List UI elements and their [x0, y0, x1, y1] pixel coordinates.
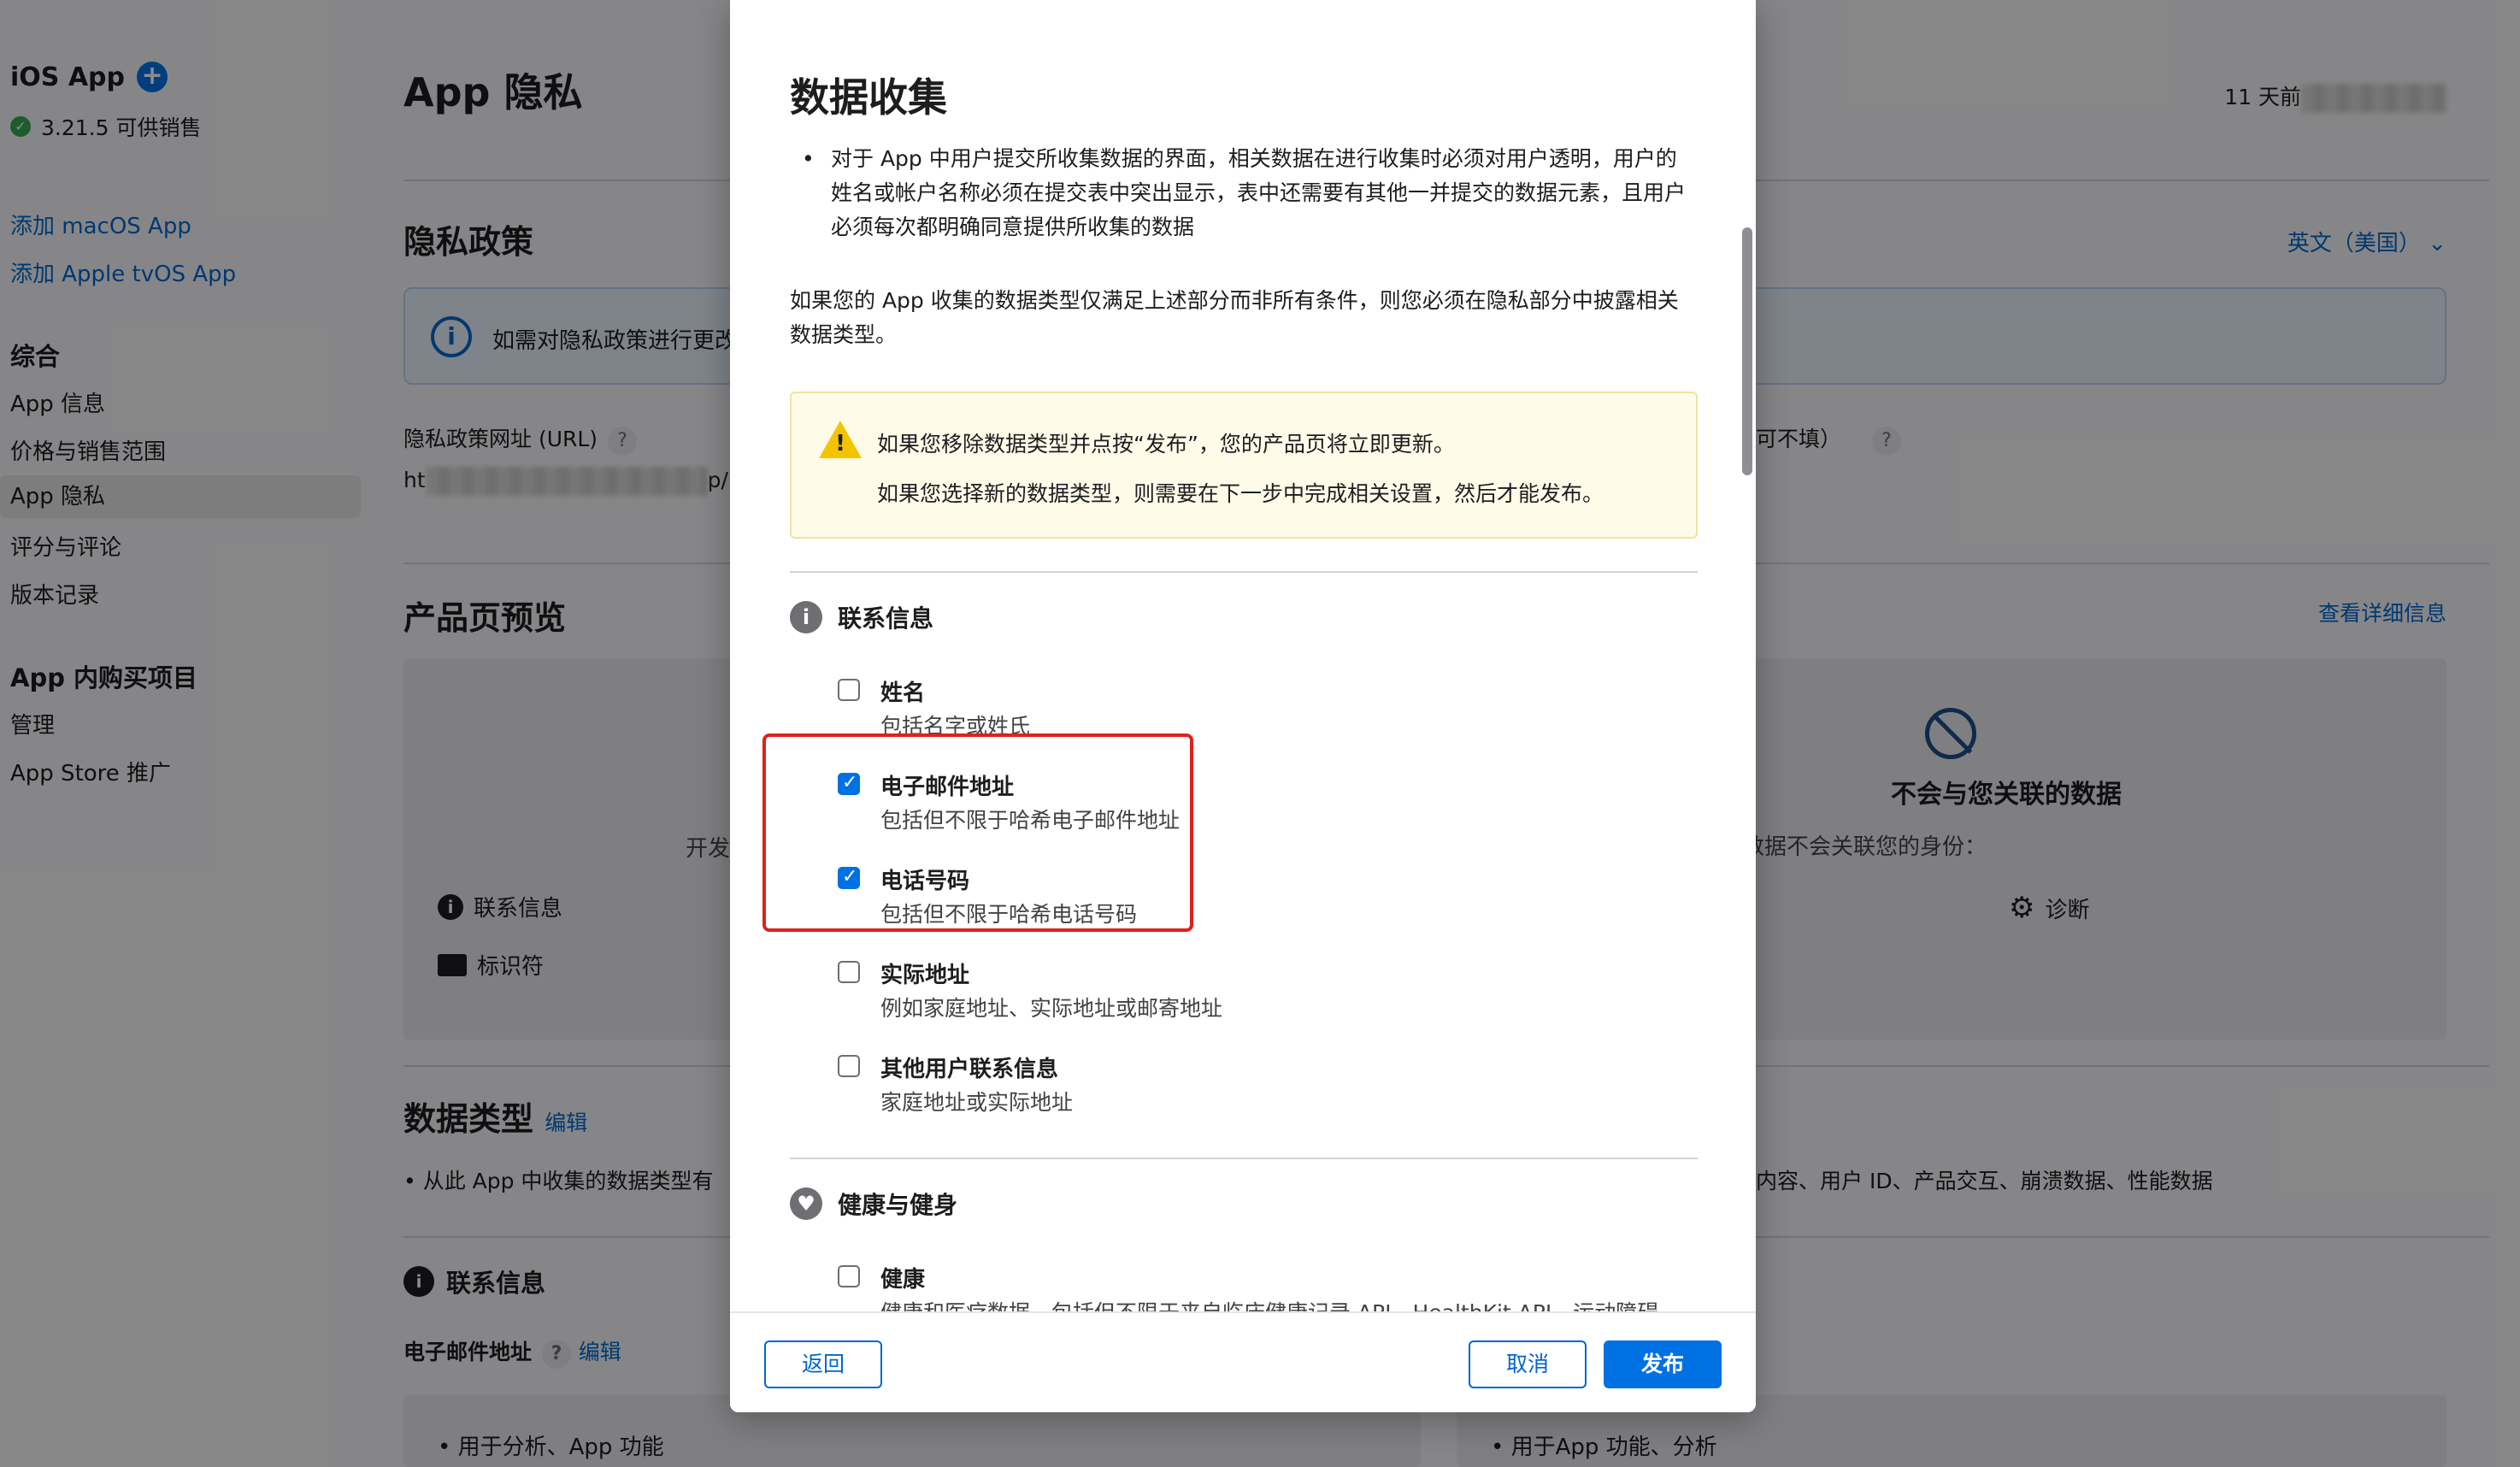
physical-address-checkbox[interactable] [838, 961, 860, 983]
contact-info-category: i 联系信息 [790, 600, 933, 634]
divider [790, 1158, 1698, 1159]
heart-icon: ♥ [790, 1187, 822, 1220]
divider [790, 571, 1698, 573]
data-collection-modal: 数据收集 对于 App 中用户提交所收集数据的界面，相关数据在进行收集时必须对用… [730, 0, 1756, 1412]
health-checkbox[interactable] [838, 1265, 860, 1287]
name-checkbox[interactable] [838, 679, 860, 701]
modal-scroll-area[interactable]: 数据收集 对于 App 中用户提交所收集数据的界面，相关数据在进行收集时必须对用… [730, 0, 1756, 1311]
modal-footer: 返回 取消 发布 [730, 1311, 1756, 1412]
back-button[interactable]: 返回 [764, 1340, 882, 1388]
health-fitness-category: ♥ 健康与健身 [790, 1187, 957, 1221]
publish-button[interactable]: 发布 [1604, 1340, 1722, 1388]
modal-title: 数据收集 [790, 74, 947, 121]
modal-paragraph: 如果您的 App 收集的数据类型仅满足上述部分而非所有条件，则您必须在隐私部分中… [790, 288, 1679, 347]
other-contact-checkbox[interactable] [838, 1055, 860, 1077]
modal-bullet: 对于 App 中用户提交所收集数据的界面，相关数据在进行收集时必须对用户透明，用… [790, 142, 1696, 244]
scrollbar[interactable] [1742, 227, 1752, 475]
cancel-button[interactable]: 取消 [1469, 1340, 1587, 1388]
highlight-annotation-box [762, 734, 1193, 932]
info-icon: i [790, 601, 822, 633]
warning-box: ! 如果您移除数据类型并点按“发布”，您的产品页将立即更新。 如果您选择新的数据… [790, 392, 1698, 539]
